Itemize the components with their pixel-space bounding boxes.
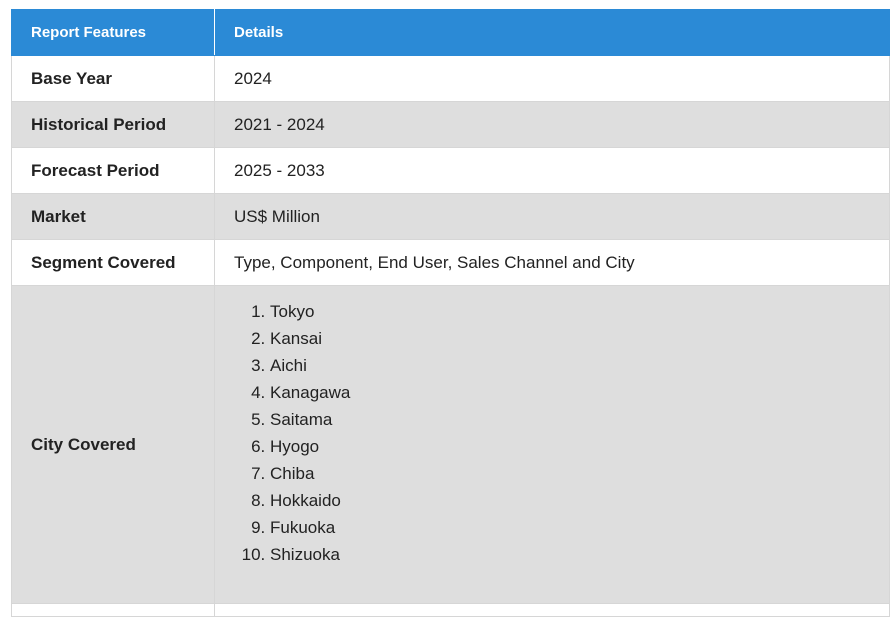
detail-market: US$ Million	[214, 193, 890, 240]
feature-market: Market	[11, 193, 215, 240]
list-item: Fukuoka	[270, 514, 889, 541]
detail-segment-covered: Type, Component, End User, Sales Channel…	[214, 239, 890, 286]
list-item: Saitama	[270, 406, 889, 433]
list-item: Hyogo	[270, 433, 889, 460]
detail-city-covered: Tokyo Kansai Aichi Kanagawa Saitama Hyog…	[214, 285, 890, 604]
partial-cell	[11, 603, 215, 617]
list-item: Kansai	[270, 325, 889, 352]
report-features-table: Report Features Details Base Year 2024 H…	[11, 9, 890, 617]
list-item: Kanagawa	[270, 379, 889, 406]
list-item: Shizuoka	[270, 541, 889, 568]
list-item: Chiba	[270, 460, 889, 487]
feature-historical-period: Historical Period	[11, 101, 215, 148]
header-details: Details	[214, 9, 890, 56]
feature-forecast-period: Forecast Period	[11, 147, 215, 194]
city-list: Tokyo Kansai Aichi Kanagawa Saitama Hyog…	[234, 298, 889, 568]
list-item: Aichi	[270, 352, 889, 379]
detail-base-year: 2024	[214, 55, 890, 102]
list-item: Hokkaido	[270, 487, 889, 514]
table-row: Forecast Period 2025 - 2033	[11, 147, 890, 194]
detail-forecast-period: 2025 - 2033	[214, 147, 890, 194]
table-row: Base Year 2024	[11, 55, 890, 102]
table-row: Segment Covered Type, Component, End Use…	[11, 239, 890, 286]
feature-base-year: Base Year	[11, 55, 215, 102]
table-row: Historical Period 2021 - 2024	[11, 101, 890, 148]
feature-segment-covered: Segment Covered	[11, 239, 215, 286]
table-header-row: Report Features Details	[11, 9, 890, 56]
table-row: Market US$ Million	[11, 193, 890, 240]
detail-historical-period: 2021 - 2024	[214, 101, 890, 148]
list-item: Tokyo	[270, 298, 889, 325]
feature-city-covered: City Covered	[11, 285, 215, 604]
header-report-features: Report Features	[11, 9, 215, 56]
report-features-table-container: Report Features Details Base Year 2024 H…	[11, 9, 890, 617]
partial-cell	[214, 603, 890, 617]
table-row-partial	[11, 603, 890, 617]
table-row: City Covered Tokyo Kansai Aichi Kanagawa…	[11, 285, 890, 604]
